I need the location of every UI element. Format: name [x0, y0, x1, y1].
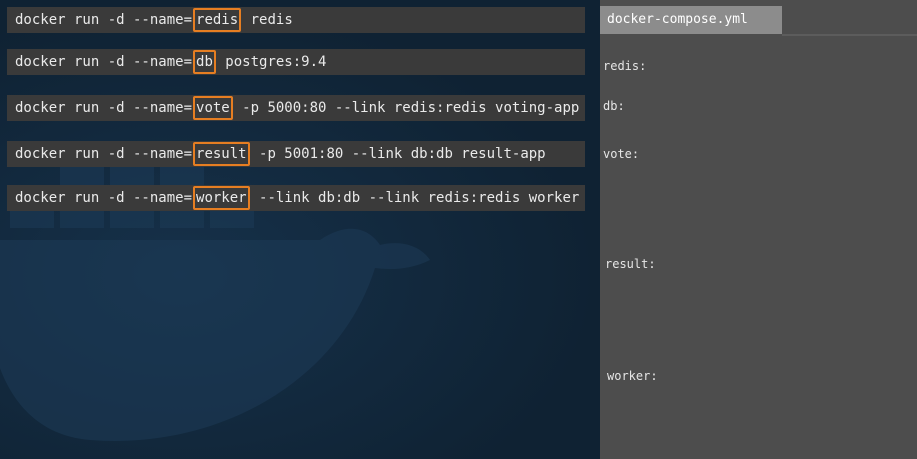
command-run-vote: docker run -d --name= vote -p 5000:80 --l… — [7, 95, 585, 121]
command-prefix: docker run -d --name= — [15, 146, 193, 162]
container-name-highlight: vote — [193, 96, 233, 120]
compose-service-worker: worker: — [607, 369, 658, 383]
command-prefix: docker run -d --name= — [15, 54, 193, 70]
command-run-result: docker run -d --name= result -p 5001:80 -… — [7, 141, 585, 167]
tab-bar-divider — [782, 34, 917, 36]
container-name-highlight: redis — [193, 8, 242, 32]
command-prefix: docker run -d --name= — [15, 100, 193, 116]
command-suffix: -p 5000:80 --link redis:redis voting-app — [233, 100, 580, 116]
compose-service-redis: redis: — [603, 59, 647, 73]
command-suffix: redis — [242, 12, 293, 28]
container-name-highlight: worker — [193, 186, 250, 210]
command-suffix: --link db:db --link redis:redis worker — [250, 190, 580, 206]
command-suffix: postgres:9.4 — [216, 54, 327, 70]
command-run-db: docker run -d --name= db postgres:9.4 — [7, 49, 585, 75]
command-run-redis: docker run -d --name= redis redis — [7, 7, 585, 33]
command-suffix: -p 5001:80 --link db:db result-app — [250, 146, 546, 162]
compose-service-result: result: — [605, 257, 656, 271]
command-prefix: docker run -d --name= — [15, 190, 193, 206]
compose-file-tab[interactable]: docker-compose.yml — [600, 6, 782, 34]
compose-service-vote: vote: — [603, 147, 640, 161]
compose-editor-panel: docker-compose.yml redis: db: vote: resu… — [600, 0, 917, 459]
compose-service-db: db: — [603, 99, 625, 113]
command-run-worker: docker run -d --name= worker --link db:db… — [7, 185, 585, 211]
container-name-highlight: db — [193, 50, 216, 74]
container-name-highlight: result — [193, 142, 250, 166]
command-prefix: docker run -d --name= — [15, 12, 193, 28]
